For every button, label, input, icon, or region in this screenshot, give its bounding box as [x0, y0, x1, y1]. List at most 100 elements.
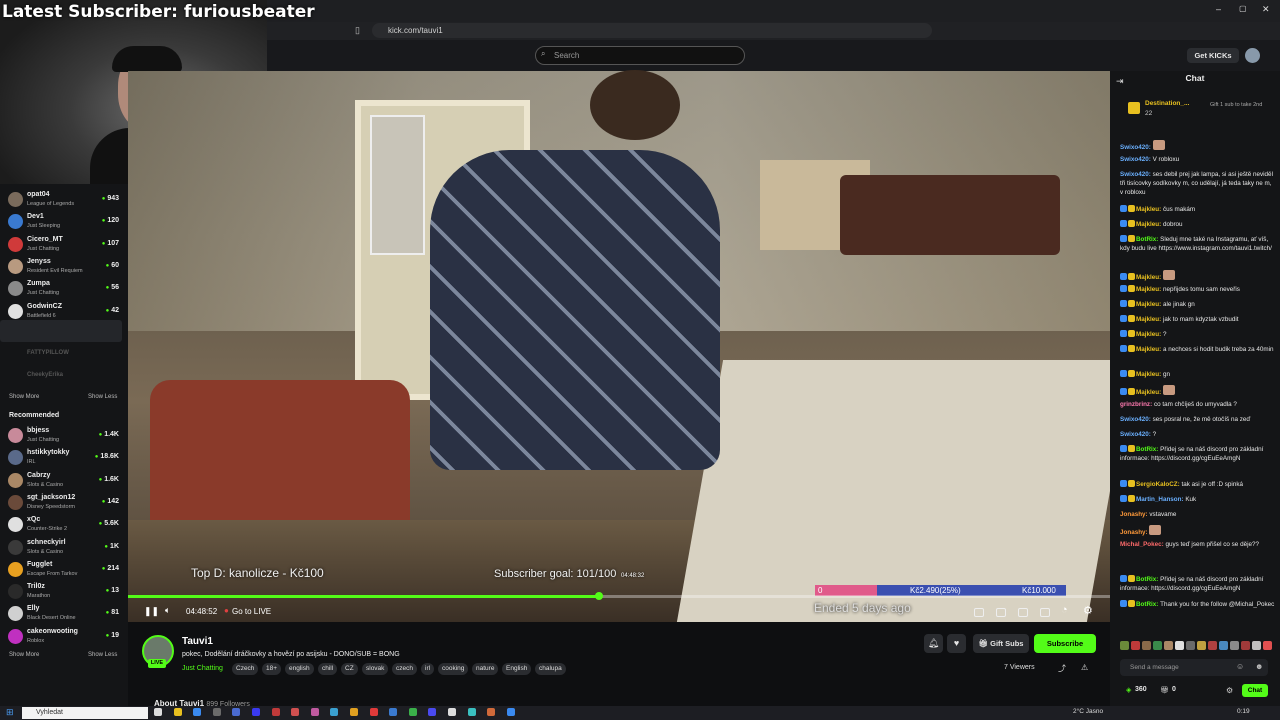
- taskbar-app-icon[interactable]: [428, 708, 437, 716]
- sidebar-channel-bbjess[interactable]: bbjess Just Chatting 1.4K: [0, 425, 128, 447]
- chat-username[interactable]: Jonashy:: [1120, 529, 1149, 536]
- sidebar-channel-fugglet[interactable]: Fugglet Escape From Tarkov 214: [0, 559, 128, 581]
- taskbar-app-icon[interactable]: [271, 708, 280, 716]
- taskbar-app-icon[interactable]: [487, 708, 496, 716]
- gift-subs-button[interactable]: 🎁︎ Gift Subs: [973, 634, 1029, 653]
- streamer-name[interactable]: Tauvi1: [182, 636, 213, 647]
- stream-tag[interactable]: CZ: [341, 663, 358, 675]
- sidebar-channel-jenyss[interactable]: Jenyss Resident Evil Requiem 60: [0, 256, 128, 278]
- stream-tag[interactable]: czech: [392, 663, 417, 675]
- taskbar-app-icon[interactable]: [173, 708, 182, 716]
- taskbar-app-icon[interactable]: [232, 708, 241, 716]
- sidebar-channel-cakeonwooting[interactable]: cakeonwooting Roblox 19: [0, 626, 128, 648]
- close-window-icon[interactable]: ✕: [1262, 4, 1270, 15]
- go-to-live-button[interactable]: Go to LIVE: [232, 607, 271, 616]
- emote-icon[interactable]: [1153, 641, 1162, 650]
- emoji-icon[interactable]: ☻: [1255, 662, 1263, 671]
- stream-tag[interactable]: 18+: [262, 663, 282, 675]
- sidebar-channel-xqc[interactable]: xQc Counter-Strike 2 5.6K: [0, 514, 128, 536]
- show-less-button[interactable]: Show Less: [88, 394, 117, 400]
- get-kicks-button[interactable]: Get KICKs: [1187, 48, 1239, 63]
- chat-username[interactable]: BotRix:: [1136, 236, 1160, 243]
- pause-icon[interactable]: ❚❚: [144, 606, 159, 617]
- chat-username[interactable]: Swixo420:: [1120, 144, 1153, 151]
- share-icon[interactable]: ⤴: [1058, 663, 1066, 674]
- taskbar-app-icon[interactable]: [154, 708, 162, 716]
- chat-username[interactable]: BotRix:: [1136, 601, 1160, 608]
- emote-row[interactable]: [1120, 641, 1276, 653]
- taskbar-app-icon[interactable]: [448, 708, 456, 716]
- minimize-window-icon[interactable]: –: [1216, 4, 1221, 14]
- stream-tag[interactable]: nature: [472, 663, 499, 675]
- taskbar-app-icon[interactable]: [389, 708, 398, 716]
- chat-username[interactable]: BotRix:: [1136, 446, 1160, 453]
- search-input[interactable]: Search: [535, 46, 745, 65]
- emote-icon[interactable]: [1186, 641, 1195, 650]
- show-less-button[interactable]: Show Less: [88, 652, 117, 658]
- chat-username[interactable]: Michal_Pokec:: [1120, 541, 1166, 548]
- pip-icon[interactable]: [996, 608, 1006, 617]
- stream-category[interactable]: Just Chatting: [182, 665, 223, 672]
- report-icon[interactable]: ⚠: [1081, 663, 1088, 672]
- follow-heart-icon[interactable]: ♥: [947, 634, 966, 653]
- emote-icon[interactable]: [1164, 641, 1173, 650]
- chat-username[interactable]: Jonashy:: [1120, 511, 1149, 518]
- clip-icon[interactable]: [974, 608, 984, 617]
- fullscreen-icon[interactable]: [1040, 608, 1050, 617]
- taskbar-app-icon[interactable]: [193, 708, 202, 716]
- stream-tag[interactable]: irl: [421, 663, 435, 675]
- maximize-window-icon[interactable]: ▢: [1239, 4, 1247, 13]
- taskbar-app-icon[interactable]: [369, 708, 378, 716]
- stream-tag[interactable]: English: [502, 663, 532, 675]
- taskbar-app-icon[interactable]: [350, 708, 358, 716]
- sidebar-channel-schneckyirl[interactable]: schneckyirl Slots & Casino 1K: [0, 537, 128, 559]
- emote-icon[interactable]: [1175, 641, 1184, 650]
- windows-start-icon[interactable]: ⊞: [6, 707, 14, 718]
- stream-tag[interactable]: chill: [318, 663, 338, 675]
- volume-icon[interactable]: 🔈︎: [165, 605, 170, 616]
- emote-picker-icon[interactable]: ☺: [1236, 662, 1244, 671]
- chat-username[interactable]: Majkleu:: [1136, 286, 1163, 293]
- show-more-button[interactable]: Show More: [9, 652, 39, 658]
- chat-username[interactable]: Majkleu:: [1136, 389, 1163, 396]
- taskbar-app-icon[interactable]: [252, 708, 260, 716]
- stream-tag[interactable]: Czech: [232, 663, 259, 675]
- chat-input[interactable]: Send a message: [1120, 659, 1268, 676]
- taskbar-app-icon[interactable]: [408, 708, 417, 716]
- chat-username[interactable]: Swixo420:: [1120, 431, 1153, 438]
- sidebar-channel-sgt_jackson12[interactable]: sgt_jackson12 Disney Speedstorm 142: [0, 492, 128, 514]
- sidebar-channel-tril0z[interactable]: Tril0z Marathon 13: [0, 581, 128, 603]
- taskbar-app-icon[interactable]: [212, 708, 221, 716]
- notification-bell-icon[interactable]: 🔔︎: [924, 634, 943, 653]
- chat-settings-icon[interactable]: ⚙: [1226, 686, 1233, 695]
- chat-username[interactable]: BotRix:: [1136, 576, 1160, 583]
- show-more-button[interactable]: Show More: [9, 394, 39, 400]
- sidebar-channel-hstikkytokky[interactable]: hstikkytokky IRL 18.6K: [0, 447, 128, 469]
- user-avatar[interactable]: [1245, 48, 1260, 63]
- chat-username[interactable]: Swixo420:: [1120, 156, 1153, 163]
- stream-tag[interactable]: slovak: [362, 663, 389, 675]
- taskbar-app-icon[interactable]: [291, 708, 300, 716]
- sidebar-channel-dev1[interactable]: Dev1 Just Sleeping 120: [0, 211, 128, 233]
- sidebar-channel-opat04[interactable]: opat04 League of Legends 943: [0, 189, 128, 211]
- sidebar-channel-zumpa[interactable]: Zumpa Just Chatting 56: [0, 278, 128, 300]
- theater-mode-icon[interactable]: [1018, 608, 1028, 617]
- subscribe-button[interactable]: Subscribe: [1034, 634, 1096, 653]
- chat-username[interactable]: Majkleu:: [1136, 274, 1163, 281]
- offline-channel[interactable]: CheekyErika: [27, 372, 63, 378]
- chat-username[interactable]: Majkleu:: [1136, 301, 1163, 308]
- chat-username[interactable]: Majkleu:: [1136, 316, 1163, 323]
- stream-tag[interactable]: cooking: [438, 663, 469, 675]
- emote-icon[interactable]: [1208, 641, 1217, 650]
- bookmark-icon[interactable]: ▯: [355, 25, 360, 36]
- emote-icon[interactable]: [1241, 641, 1250, 650]
- taskbar-search[interactable]: Vyhledat: [22, 707, 148, 719]
- chat-username[interactable]: SergioKaloCZ:: [1136, 481, 1181, 488]
- chat-username[interactable]: Swixo420:: [1120, 416, 1153, 423]
- chat-username[interactable]: Majkleu:: [1136, 331, 1163, 338]
- taskbar-app-icon[interactable]: [506, 708, 515, 716]
- stream-tag[interactable]: english: [285, 663, 314, 675]
- emote-icon[interactable]: [1142, 641, 1151, 650]
- emote-icon[interactable]: [1131, 641, 1140, 650]
- chat-username[interactable]: Martin_Hanson:: [1136, 496, 1185, 503]
